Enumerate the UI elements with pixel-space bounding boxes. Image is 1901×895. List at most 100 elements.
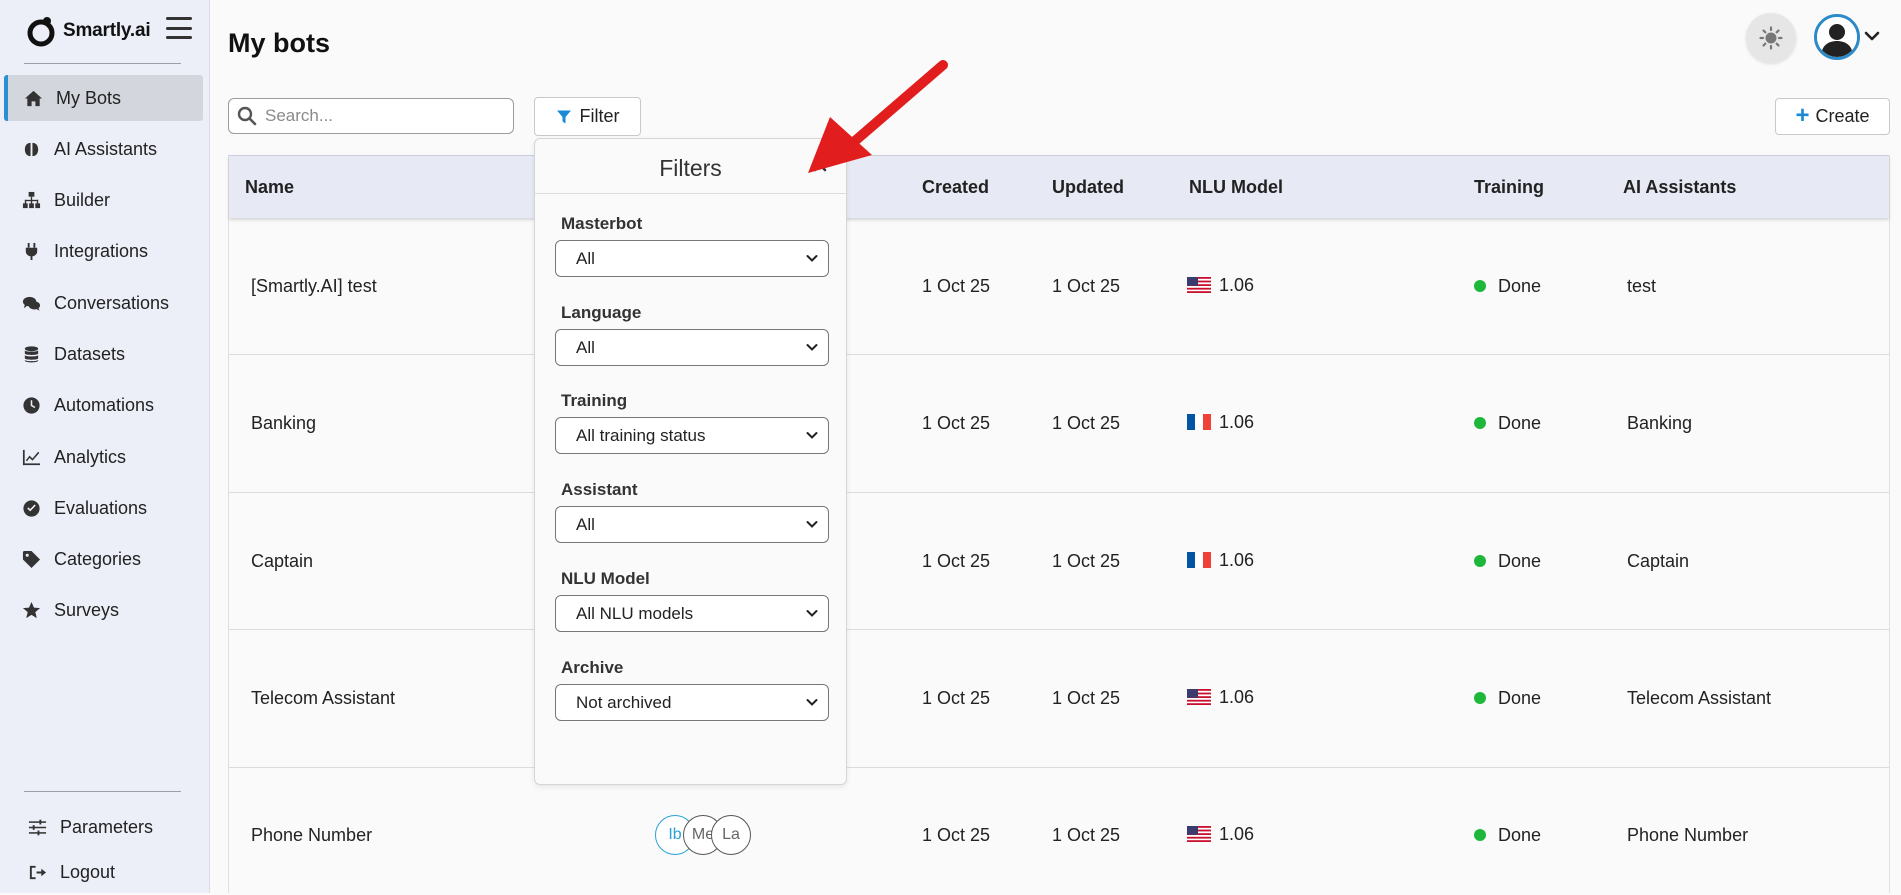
select-value: All NLU models	[576, 603, 694, 623]
masterbot-select[interactable]: All	[555, 240, 829, 277]
training-status-label: Done	[1498, 551, 1542, 571]
menu-toggle-icon[interactable]	[166, 17, 192, 39]
sidebar-item-label: Analytics	[54, 446, 127, 467]
sidebar-nav: My Bots AI Assistants Builder Integratio…	[4, 75, 203, 639]
status-dot	[1474, 555, 1486, 567]
language-select[interactable]: All	[555, 329, 829, 366]
sidebar-item-label: Surveys	[54, 600, 120, 621]
sidebar-item-label: Logout	[60, 861, 116, 882]
theme-toggle-button[interactable]	[1746, 13, 1796, 63]
filter-label: Language	[561, 303, 642, 322]
status-dot	[1474, 280, 1486, 292]
smartly-logo-icon	[27, 17, 55, 47]
ai-assistant-name[interactable]: Phone Number	[1627, 825, 1748, 846]
logout-icon	[24, 862, 50, 882]
search-box	[228, 98, 514, 134]
user-bubble[interactable]: La	[711, 815, 751, 855]
sidebar-item-analytics[interactable]: Analytics	[4, 434, 203, 480]
sidebar-item-my-bots[interactable]: My Bots	[4, 75, 203, 121]
close-icon[interactable]	[812, 157, 828, 173]
table-row[interactable]: Banking 1 Oct 25 1 Oct 25 1.06 Done Bank…	[229, 355, 1889, 493]
sidebar-item-ai-assistants[interactable]: AI Assistants	[4, 126, 203, 172]
logo[interactable]: Smartly.ai	[25, 14, 151, 48]
nlu-model-cell: 1.06	[1187, 550, 1254, 571]
bot-name[interactable]: [Smartly.AI] test	[251, 276, 377, 297]
training-select[interactable]: All training status	[555, 417, 829, 454]
avatar[interactable]	[1814, 14, 1860, 60]
sidebar-item-label: Parameters	[60, 816, 154, 837]
filter-nlu-model: NLU Model All NLU models	[555, 569, 829, 632]
chevron-down-icon[interactable]	[1864, 30, 1880, 42]
sidebar-item-surveys[interactable]: Surveys	[4, 588, 203, 634]
updated-date: 1 Oct 25	[1052, 413, 1121, 433]
column-header-name[interactable]: Name	[245, 177, 294, 198]
column-header-nlu-model[interactable]: NLU Model	[1189, 177, 1283, 198]
ai-assistant-name[interactable]: Telecom Assistant	[1627, 688, 1771, 709]
sidebar-bottom-nav: Parameters Logout	[4, 805, 203, 895]
updated-date: 1 Oct 25	[1052, 688, 1121, 708]
filter-assistant: Assistant All	[555, 480, 829, 543]
sitemap-icon	[18, 191, 44, 211]
table-row[interactable]: Telecom Assistant 1 Oct 25 1 Oct 25 1.06…	[229, 630, 1889, 768]
created-date: 1 Oct 25	[922, 413, 991, 433]
sidebar-item-automations[interactable]: Automations	[4, 383, 203, 429]
table-row[interactable]: Phone Number Ib Me La 1 Oct 25 1 Oct 25 …	[229, 768, 1889, 893]
created-date: 1 Oct 25	[922, 688, 991, 708]
ai-assistant-name[interactable]: Banking	[1627, 413, 1692, 434]
created-date: 1 Oct 25	[922, 276, 991, 296]
sidebar-item-logout[interactable]: Logout	[4, 850, 203, 894]
filter-label: Archive	[561, 658, 624, 677]
plug-icon	[18, 242, 44, 262]
nlu-model-cell: 1.06	[1187, 687, 1254, 708]
ai-assistant-name[interactable]: test	[1627, 276, 1656, 297]
plus-icon: +	[1795, 101, 1810, 129]
training-status: Done	[1474, 825, 1541, 846]
bot-name[interactable]: Telecom Assistant	[251, 688, 395, 709]
updated-date: 1 Oct 25	[1052, 551, 1121, 571]
search-input[interactable]	[263, 105, 503, 127]
sidebar-item-parameters[interactable]: Parameters	[4, 805, 203, 849]
bot-name[interactable]: Phone Number	[251, 825, 372, 846]
nlu-version: 1.06	[1219, 550, 1255, 570]
nlu-version: 1.06	[1219, 412, 1255, 432]
fr-flag-icon	[1187, 414, 1211, 430]
sidebar-item-categories[interactable]: Categories	[4, 537, 203, 583]
fr-flag-icon	[1187, 552, 1211, 568]
filter-icon	[556, 110, 571, 123]
filter-label: NLU Model	[561, 569, 650, 588]
sidebar-item-integrations[interactable]: Integrations	[4, 229, 203, 275]
column-header-created[interactable]: Created	[922, 177, 989, 198]
archive-select[interactable]: Not archived	[555, 684, 829, 721]
nlu-version: 1.06	[1219, 275, 1255, 295]
assistant-select[interactable]: All	[555, 506, 829, 543]
column-header-training[interactable]: Training	[1474, 177, 1544, 198]
sidebar-item-datasets[interactable]: Datasets	[4, 331, 203, 377]
updated-date: 1 Oct 25	[1052, 825, 1121, 845]
training-status-label: Done	[1498, 688, 1542, 708]
create-button[interactable]: + Create	[1775, 98, 1890, 135]
nlu-model-select[interactable]: All NLU models	[555, 595, 829, 632]
filter-button[interactable]: Filter	[534, 97, 641, 136]
column-header-ai-assistants[interactable]: AI Assistants	[1623, 177, 1736, 198]
sidebar-item-label: Integrations	[54, 241, 149, 262]
nlu-model-cell: 1.06	[1187, 412, 1254, 433]
filter-label: Training	[561, 391, 628, 410]
table-row[interactable]: [Smartly.AI] test 1 Oct 25 1 Oct 25 1.06…	[229, 218, 1889, 355]
user-bubbles: Ib Me La	[655, 815, 751, 855]
column-header-updated[interactable]: Updated	[1052, 177, 1124, 198]
bot-name[interactable]: Banking	[251, 413, 316, 434]
chart-line-icon	[18, 447, 44, 467]
table-row[interactable]: Captain 1 Oct 25 1 Oct 25 1.06 Done Capt…	[229, 493, 1889, 630]
ai-assistant-name[interactable]: Captain	[1627, 551, 1689, 572]
filter-training: Training All training status	[555, 391, 829, 454]
sidebar-item-conversations[interactable]: Conversations	[4, 280, 203, 326]
sidebar-item-builder[interactable]: Builder	[4, 178, 203, 224]
sidebar-item-evaluations[interactable]: Evaluations	[4, 485, 203, 531]
select-value: Not archived	[576, 692, 672, 712]
select-value: All	[576, 514, 595, 534]
training-status: Done	[1474, 276, 1541, 297]
bot-name[interactable]: Captain	[251, 551, 313, 572]
sidebar-item-label: Builder	[54, 190, 111, 211]
sidebar-divider	[24, 63, 181, 64]
tag-icon	[18, 550, 44, 570]
